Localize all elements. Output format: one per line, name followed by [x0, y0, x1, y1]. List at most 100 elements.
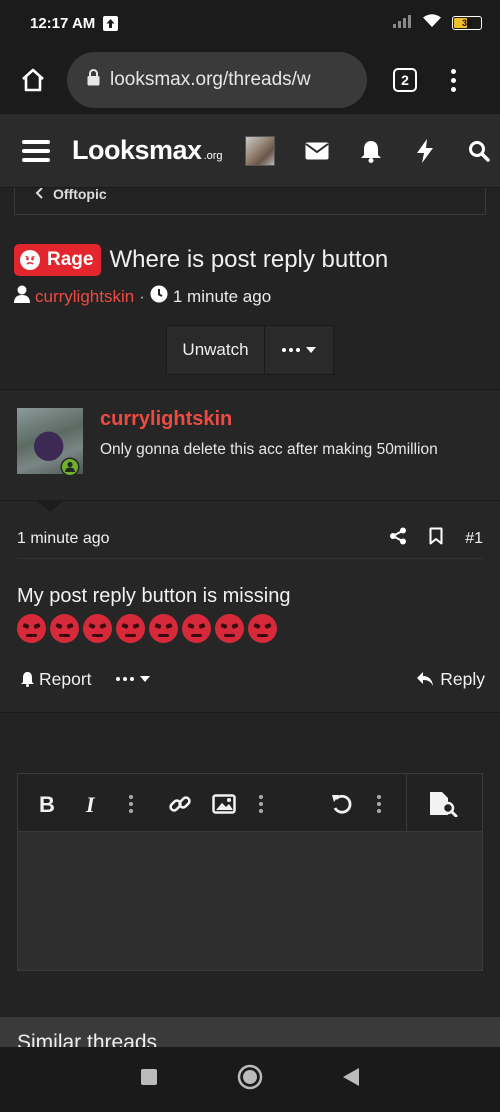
bolt-icon — [416, 138, 433, 163]
logo-suffix: .org — [203, 150, 223, 162]
site-header: Looksmax .org — [0, 114, 500, 188]
reply-icon — [417, 672, 434, 686]
upload-notification-icon — [103, 15, 119, 31]
svg-text:I: I — [85, 794, 96, 814]
circle-icon — [237, 1064, 263, 1090]
home-icon — [22, 68, 44, 92]
preview-icon — [430, 792, 458, 817]
bell-icon — [360, 140, 381, 163]
back-triangle-icon — [343, 1068, 359, 1086]
italic-button[interactable]: I — [84, 792, 100, 816]
system-navigation-bar — [0, 1047, 500, 1112]
hamburger-icon[interactable] — [22, 139, 50, 162]
italic-icon: I — [85, 794, 96, 814]
reply-button[interactable]: Reply — [416, 669, 485, 690]
user-icon — [14, 285, 30, 308]
back-button[interactable] — [343, 1068, 359, 1091]
caret-down-icon — [139, 676, 150, 682]
battery-level: 30 — [461, 18, 472, 28]
page-title: Where is post reply button — [109, 246, 389, 273]
thread-prefix-label: Rage — [47, 249, 94, 270]
whats-new-button[interactable] — [413, 138, 437, 163]
user-block-arrow — [36, 500, 64, 512]
search-button[interactable] — [467, 139, 491, 163]
reply-editor: B I — [17, 773, 483, 971]
unwatch-button[interactable]: Unwatch — [167, 326, 265, 374]
square-icon — [141, 1069, 157, 1085]
wifi-icon — [422, 13, 442, 33]
breadcrumb[interactable]: Offtopic — [14, 188, 486, 215]
clock-icon — [150, 285, 168, 308]
share-icon[interactable] — [389, 527, 407, 550]
thread-time[interactable]: 1 minute ago — [173, 287, 271, 307]
more-dots-icon — [282, 348, 300, 352]
chevron-left-icon — [35, 188, 45, 204]
post-user-title: Only gonna delete this acc after making … — [100, 441, 438, 458]
editor-textarea[interactable] — [18, 832, 482, 970]
image-button[interactable] — [212, 792, 236, 816]
tab-switcher-button[interactable]: 2 — [393, 68, 417, 92]
angry-emoji-icon — [50, 614, 79, 644]
site-logo[interactable]: Looksmax .org — [72, 135, 223, 166]
vertical-dots-icon — [377, 795, 381, 813]
link-button[interactable] — [168, 792, 192, 816]
home-nav-button[interactable] — [237, 1064, 263, 1095]
post-date[interactable]: 1 minute ago — [17, 530, 110, 548]
thread-more-button[interactable] — [265, 326, 333, 374]
vertical-dots-icon — [129, 795, 133, 813]
insert-options-button[interactable] — [259, 792, 263, 816]
post-actions: Report Reply — [20, 665, 485, 693]
bold-button[interactable]: B — [38, 792, 56, 816]
preview-button[interactable] — [428, 792, 458, 817]
editor-toolbar: B I — [18, 774, 482, 832]
envelope-icon — [304, 142, 329, 159]
signal-icon — [392, 14, 412, 33]
account-avatar[interactable] — [244, 135, 275, 166]
browser-menu-button[interactable] — [443, 68, 463, 92]
inbox-button[interactable] — [304, 139, 329, 163]
undo-button[interactable] — [330, 792, 354, 816]
url-bar[interactable]: looksmax.org/threads/w — [67, 52, 367, 108]
battery-icon: 30 — [452, 16, 482, 30]
caret-down-icon — [306, 347, 316, 353]
vertical-dots-icon — [259, 795, 263, 813]
similar-threads-heading: Similar threads — [17, 1031, 158, 1047]
text-options-button[interactable] — [129, 792, 133, 816]
angry-emoji-icon — [116, 614, 145, 644]
post-more-button[interactable] — [115, 676, 150, 682]
status-time: 12:17 AM — [30, 14, 96, 32]
emoji-row — [17, 614, 279, 644]
svg-text:B: B — [39, 794, 55, 814]
similar-threads-block: Similar threads — [0, 1017, 500, 1047]
thread-meta: currylightskin · 1 minute ago — [14, 285, 271, 308]
url-text: looksmax.org/threads/w — [110, 69, 311, 90]
link-icon — [169, 796, 191, 812]
angry-face-icon — [20, 250, 40, 270]
alerts-button[interactable] — [359, 139, 383, 163]
report-bell-icon — [21, 672, 34, 687]
browser-toolbar: looksmax.org/threads/w 2 — [0, 46, 500, 114]
reply-label: Reply — [440, 668, 485, 689]
thread-actions: Unwatch — [166, 325, 334, 375]
home-button[interactable] — [15, 62, 51, 98]
meta-separator: · — [139, 286, 145, 306]
post-username-link[interactable]: currylightskin — [100, 408, 232, 431]
angry-emoji-icon — [83, 614, 112, 644]
breadcrumb-label: Offtopic — [53, 188, 107, 202]
more-options-button[interactable] — [377, 792, 381, 816]
post-number[interactable]: #1 — [465, 530, 483, 548]
angry-emoji-icon — [17, 614, 46, 644]
post-content: My post reply button is missing — [17, 580, 487, 644]
post-body-text: My post reply button is missing — [17, 585, 291, 607]
angry-emoji-icon — [182, 614, 211, 644]
recents-button[interactable] — [141, 1069, 157, 1090]
bookmark-icon[interactable] — [429, 527, 443, 550]
image-icon — [212, 794, 236, 814]
status-bar: 12:17 AM 30 — [0, 0, 500, 46]
thread-prefix-badge[interactable]: Rage — [14, 244, 102, 276]
post-attribution: 1 minute ago #1 — [17, 519, 483, 559]
report-button[interactable]: Report — [20, 669, 92, 690]
angry-emoji-icon — [215, 614, 244, 644]
thread-title-row: Rage Where is post reply button — [14, 244, 494, 276]
thread-author-link[interactable]: currylightskin — [35, 287, 134, 307]
